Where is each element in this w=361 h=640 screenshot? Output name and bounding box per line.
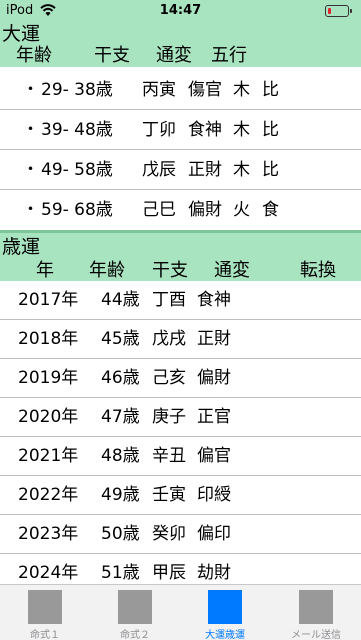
saiun-kanshi: 庚子	[152, 407, 186, 427]
daiun-tsuhen: 偏財	[188, 200, 222, 220]
saiun-age: 46歳	[101, 368, 140, 388]
saiun-age: 44歳	[101, 290, 140, 310]
saiun-year: 2018年	[18, 329, 79, 349]
saiun-row[interactable]: 2023年 50歳 癸卯 偏印	[0, 515, 361, 554]
saiun-tsuhen: 食神	[197, 290, 231, 310]
tab-meishiki1[interactable]: 命式１	[0, 585, 90, 640]
saiun-kanshi: 辛丑	[152, 446, 186, 466]
daiun-kanshi: 戊辰	[142, 160, 176, 180]
daiun-gogyo: 木	[233, 80, 250, 100]
daiun-row[interactable]: ・ 39- 48歳 丁卯 食神 木 比	[0, 110, 361, 150]
daiun-gogyo-relation: 比	[262, 80, 279, 100]
bullet: ・	[22, 200, 39, 220]
saiun-year: 2021年	[18, 446, 79, 466]
saiun-year: 2022年	[18, 485, 79, 505]
saiun-title: 歳運	[2, 236, 41, 258]
daiun-title: 大運	[2, 23, 41, 45]
saiun-age: 47歳	[101, 407, 140, 427]
saiun-year: 2017年	[18, 290, 79, 310]
tab-label: 大運歳運	[205, 630, 245, 640]
saiun-year: 2020年	[18, 407, 79, 427]
saiun-tsuhen: 印綬	[197, 485, 231, 505]
daiun-kanshi: 丙寅	[142, 80, 176, 100]
saiun-col-year: 年	[36, 260, 54, 281]
saiun-kanshi: 丁酉	[152, 290, 186, 310]
saiun-tsuhen: 正官	[197, 407, 231, 427]
saiun-col-age: 年齢	[89, 260, 125, 281]
saiun-row[interactable]: 2022年 49歳 壬寅 印綬	[0, 476, 361, 515]
saiun-tsuhen: 偏印	[197, 524, 231, 544]
tab-bar: 命式１ 命式２ 大運歳運 メール送信	[0, 584, 361, 640]
saiun-year: 2019年	[18, 368, 79, 388]
tab-label: 命式２	[120, 630, 150, 640]
daiun-col-age: 年齢	[16, 45, 52, 66]
daiun-row[interactable]: ・ 29- 38歳 丙寅 傷官 木 比	[0, 70, 361, 110]
daiun-row[interactable]: ・ 59- 68歳 己巳 偏財 火 食	[0, 190, 361, 230]
daiun-col-tsuhen: 通変	[156, 45, 192, 66]
status-time: 14:47	[159, 3, 202, 18]
tab-meishiki2[interactable]: 命式２	[90, 585, 180, 640]
saiun-row[interactable]: 2020年 47歳 庚子 正官	[0, 398, 361, 437]
daiun-gogyo: 木	[233, 160, 250, 180]
daiun-gogyo: 木	[233, 120, 250, 140]
mail-send-tab-icon	[299, 590, 333, 624]
daiun-row[interactable]: ・ 49- 58歳 戊辰 正財 木 比	[0, 150, 361, 190]
daiun-saiun-tab-icon	[208, 590, 242, 624]
daiun-gogyo-relation: 食	[262, 200, 279, 220]
saiun-age: 45歳	[101, 329, 140, 349]
saiun-row[interactable]: 2021年 48歳 辛丑 偏官	[0, 437, 361, 476]
saiun-tsuhen: 偏官	[197, 446, 231, 466]
saiun-year: 2024年	[18, 563, 79, 583]
daiun-tsuhen: 傷官	[188, 80, 222, 100]
saiun-kanshi: 壬寅	[152, 485, 186, 505]
daiun-age: 29- 38歳	[41, 80, 113, 100]
saiun-kanshi: 戊戌	[152, 329, 186, 349]
saiun-header: 歳運 年 年齢 干支 通変 転換	[0, 230, 361, 281]
saiun-tsuhen: 正財	[197, 329, 231, 349]
saiun-row[interactable]: 2019年 46歳 己亥 偏財	[0, 359, 361, 398]
bullet: ・	[22, 160, 39, 180]
daiun-tsuhen: 食神	[188, 120, 222, 140]
saiun-kanshi: 癸卯	[152, 524, 186, 544]
daiun-gogyo-relation: 比	[262, 120, 279, 140]
saiun-age: 49歳	[101, 485, 140, 505]
tab-label: 命式１	[30, 630, 60, 640]
daiun-kanshi: 丁卯	[142, 120, 176, 140]
daiun-gogyo: 火	[233, 200, 250, 220]
daiun-age: 39- 48歳	[41, 120, 113, 140]
saiun-age: 48歳	[101, 446, 140, 466]
daiun-header: 大運 年齢 干支 通変 五行	[0, 22, 361, 67]
saiun-row[interactable]: 2018年 45歳 戊戌 正財	[0, 320, 361, 359]
saiun-kanshi: 甲辰	[152, 563, 186, 583]
battery-cap	[350, 9, 352, 13]
tab-mail-send[interactable]: メール送信	[271, 585, 361, 640]
daiun-gogyo-relation: 比	[262, 160, 279, 180]
daiun-kanshi: 己巳	[142, 200, 176, 220]
tab-label: メール送信	[291, 630, 341, 640]
daiun-column-headers: 年齢 干支 通変 五行	[0, 45, 361, 67]
saiun-tsuhen: 劫財	[197, 563, 231, 583]
saiun-tsuhen: 偏財	[197, 368, 231, 388]
saiun-row[interactable]: 2017年 44歳 丁酉 食神	[0, 281, 361, 320]
meishiki1-tab-icon	[28, 590, 62, 624]
bullet: ・	[22, 80, 39, 100]
saiun-age: 50歳	[101, 524, 140, 544]
saiun-col-tenkan: 転換	[300, 260, 336, 281]
bullet: ・	[22, 120, 39, 140]
status-bar: iPod 14:47	[0, 0, 361, 22]
battery-icon	[325, 5, 349, 17]
saiun-year: 2023年	[18, 524, 79, 544]
daiun-col-kanshi: 干支	[94, 45, 130, 66]
saiun-col-kanshi: 干支	[152, 260, 188, 281]
daiun-tsuhen: 正財	[188, 160, 222, 180]
saiun-col-tsuhen: 通変	[214, 260, 250, 281]
daiun-age: 59- 68歳	[41, 200, 113, 220]
daiun-col-gogyo: 五行	[211, 45, 247, 66]
saiun-column-headers: 年 年齢 干支 通変 転換	[0, 260, 361, 282]
daiun-age: 49- 58歳	[41, 160, 113, 180]
saiun-kanshi: 己亥	[152, 368, 186, 388]
tab-daiun-saiun[interactable]: 大運歳運	[180, 585, 270, 640]
meishiki2-tab-icon	[118, 590, 152, 624]
saiun-age: 51歳	[101, 563, 140, 583]
